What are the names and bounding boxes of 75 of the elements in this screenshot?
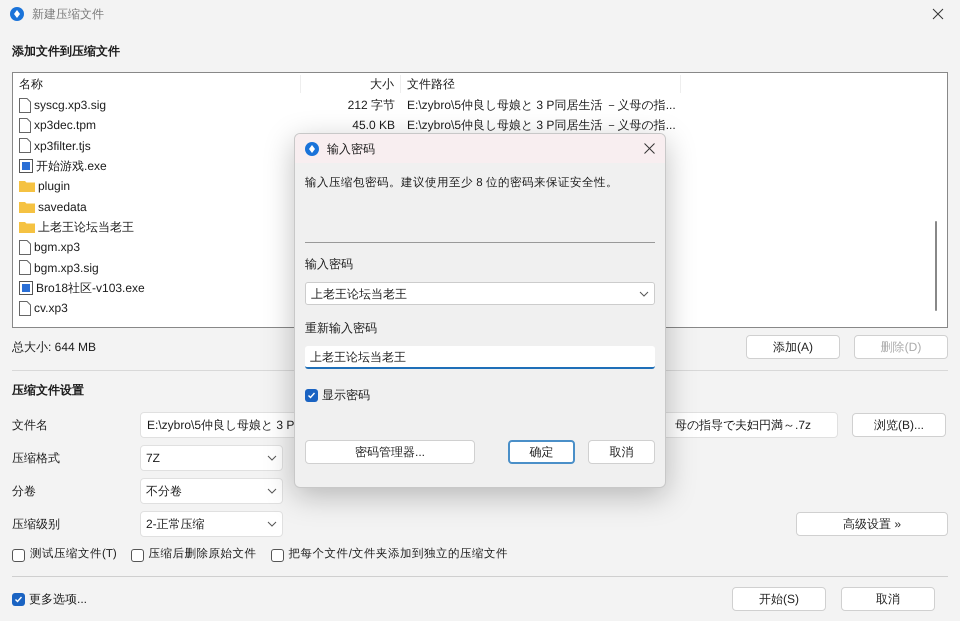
column-header[interactable]: 名称 (13, 75, 301, 93)
close-icon[interactable] (644, 143, 655, 154)
file-name[interactable]: bgm.xp3 (34, 238, 80, 256)
field-label: 压缩级别 (12, 516, 61, 533)
file-name[interactable]: cv.xp3 (34, 299, 68, 318)
dialog-button[interactable]: 开始(S) (732, 587, 826, 611)
field-label: 压缩格式 (12, 450, 61, 467)
close-icon[interactable] (932, 8, 944, 20)
app-icon (10, 7, 24, 21)
ok-button[interactable]: 确定 (508, 440, 575, 464)
file-size: 45.0 KB (352, 118, 395, 132)
checkbox-label: 把每个文件/文件夹添加到独立的压缩文件 (288, 546, 508, 562)
checkbox-label: 更多选项... (29, 591, 88, 608)
folder-icon (19, 179, 35, 194)
file-path: E:\zybro\5仲良し母娘と 3 P同居生活 －义母の指... (407, 118, 676, 132)
window-title: 新建压缩文件 (32, 6, 104, 23)
total-size: 总大小: 644 MB (12, 339, 96, 356)
check-icon (307, 390, 316, 400)
field-label: 重新输入密码 (305, 320, 378, 338)
folder-icon (19, 200, 35, 214)
chevron-down-icon (267, 488, 277, 494)
program-icon (19, 280, 33, 295)
dropdown[interactable]: 2-正常压缩 (140, 511, 283, 537)
checkbox[interactable] (12, 548, 25, 562)
file-icon (19, 240, 31, 255)
file-name[interactable]: syscg.xp3.sig (34, 96, 106, 114)
folder-icon (19, 220, 35, 234)
file-name[interactable]: plugin (38, 177, 70, 196)
field-label: 文件名 (12, 417, 49, 434)
checkbox-label: 压缩后删除原始文件 (148, 546, 257, 562)
checkbox[interactable] (305, 388, 318, 402)
app-icon (305, 142, 319, 156)
field-label: 分卷 (12, 483, 37, 500)
field-label: 输入密码 (305, 256, 354, 274)
checkbox[interactable] (130, 548, 144, 562)
check-icon (14, 594, 23, 604)
list-button[interactable]: 添加(A) (746, 335, 840, 359)
dropdown[interactable]: 不分卷 (140, 478, 283, 504)
file-icon (19, 260, 31, 276)
program-icon (19, 159, 33, 174)
dialog-title: 输入密码 (327, 140, 375, 158)
dropdown[interactable]: 7Z (140, 445, 283, 471)
advanced-settings-button[interactable]: 高级设置 » (796, 512, 948, 536)
password-manager-button[interactable]: 密码管理器... (305, 440, 475, 464)
dialog-description: 输入压缩包密码。建议使用至少 8 位的密码来保证安全性。 (305, 175, 619, 191)
file-name[interactable]: xp3filter.tjs (34, 136, 91, 155)
file-name[interactable]: savedata (38, 198, 87, 216)
column-header[interactable]: 大小 (301, 75, 401, 93)
section-heading: 添加文件到压缩文件 (12, 43, 120, 60)
checkbox-label: 测试压缩文件(T) (30, 546, 117, 562)
checkbox-label: 显示密码 (322, 387, 370, 404)
scrollbar-thumb[interactable] (935, 221, 937, 311)
file-name[interactable]: 上老王论坛当老王 (38, 218, 134, 236)
browse-button[interactable]: 浏览(B)... (852, 413, 946, 437)
chevron-down-icon (267, 521, 277, 527)
file-icon (19, 98, 31, 113)
file-icon (19, 138, 31, 154)
file-size: 212 字节 (348, 98, 395, 112)
column-header[interactable]: 文件路径 (401, 75, 681, 93)
dialog-button[interactable]: 取消 (841, 587, 935, 611)
cancel-button[interactable]: 取消 (588, 440, 655, 464)
file-path: E:\zybro\5仲良し母娘と 3 P同居生活 －义母の指... (407, 98, 676, 112)
file-name[interactable]: 开始游戏.exe (36, 157, 107, 176)
file-name[interactable]: Bro18社区-v103.exe (36, 278, 145, 297)
password-combobox[interactable]: 上老王论坛当老王 (305, 282, 655, 306)
file-name[interactable]: xp3dec.tpm (34, 116, 96, 134)
file-icon (19, 118, 31, 133)
checkbox[interactable] (270, 548, 284, 562)
chevron-down-icon (639, 290, 649, 297)
file-icon (19, 300, 31, 316)
section-heading: 压缩文件设置 (12, 382, 84, 399)
chevron-down-icon (267, 455, 277, 461)
file-name[interactable]: bgm.xp3.sig (34, 258, 99, 277)
checkbox[interactable] (12, 592, 25, 606)
confirm-password-field[interactable]: 上老王论坛当老王 (305, 346, 655, 370)
